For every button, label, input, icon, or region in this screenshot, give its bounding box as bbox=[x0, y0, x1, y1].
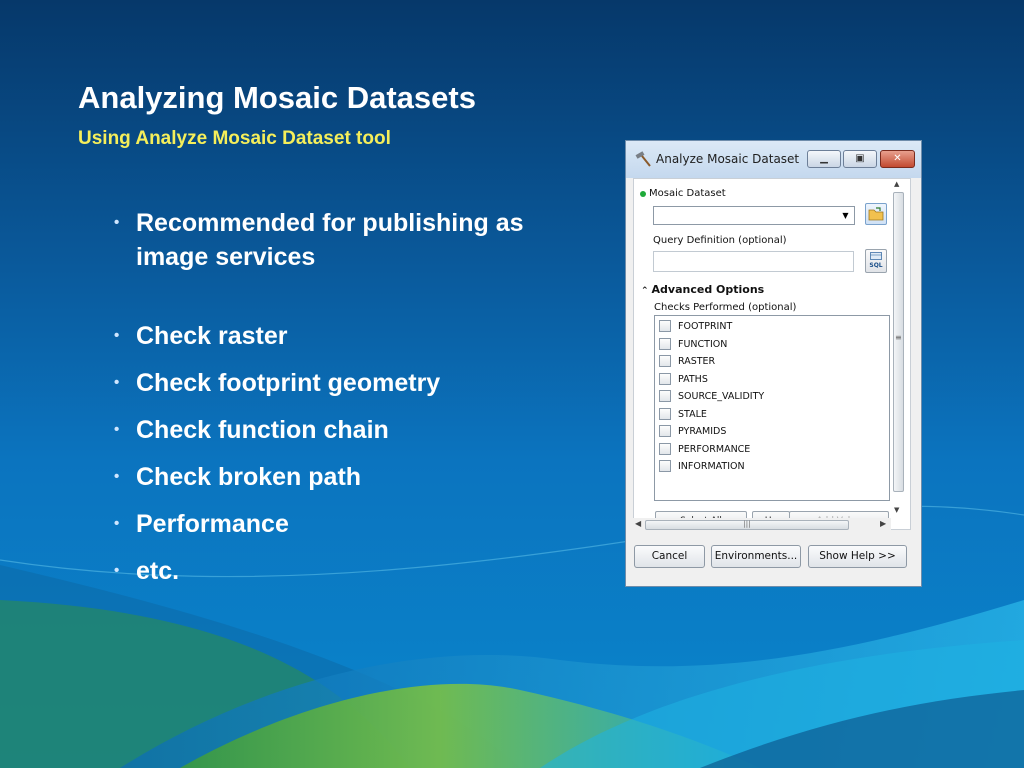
advanced-options-toggle[interactable]: ⌃ Advanced Options bbox=[641, 283, 764, 296]
analyze-mosaic-dataset-dialog: Analyze Mosaic Dataset ▁ ▣ ✕ Mosaic Data… bbox=[625, 140, 922, 587]
cancel-button[interactable]: Cancel bbox=[634, 545, 705, 568]
sql-button-label: SQL bbox=[869, 262, 883, 269]
hammer-icon bbox=[635, 151, 651, 167]
show-help-button[interactable]: Show Help >> bbox=[808, 545, 907, 568]
bullet-item: • etc. bbox=[114, 557, 180, 585]
bullet-item: • Check broken path bbox=[114, 463, 362, 491]
scroll-up-arrow-icon[interactable]: ▲ bbox=[894, 180, 899, 188]
horizontal-scroll-thumb[interactable]: ||| bbox=[645, 520, 849, 530]
slide-title: Analyzing Mosaic Datasets bbox=[78, 80, 476, 115]
open-folder-icon bbox=[868, 207, 884, 221]
double-chevron-up-icon: ⌃ bbox=[641, 286, 649, 296]
sql-builder-button[interactable]: SQL bbox=[865, 249, 887, 273]
scroll-grip-icon: ≡ bbox=[895, 333, 902, 342]
mosaic-dataset-combobox[interactable]: ▼ bbox=[653, 206, 855, 225]
environments-button[interactable]: Environments... bbox=[711, 545, 801, 568]
close-button[interactable]: ✕ bbox=[880, 150, 915, 168]
scroll-down-arrow-icon[interactable]: ▼ bbox=[894, 506, 899, 514]
query-definition-input[interactable] bbox=[653, 251, 854, 272]
dialog-parameters-panel: Mosaic Dataset ▼ Query Definition (optio… bbox=[633, 178, 911, 530]
bullet-item: • Performance bbox=[114, 510, 289, 538]
scroll-right-arrow-icon[interactable]: ▶ bbox=[880, 519, 886, 528]
vertical-scroll-thumb[interactable] bbox=[893, 192, 904, 492]
horizontal-scrollbar[interactable]: ◀ ||| ▶ bbox=[633, 518, 891, 532]
dropdown-arrow-icon[interactable]: ▼ bbox=[839, 209, 852, 222]
checkbox[interactable] bbox=[659, 425, 671, 437]
required-indicator-icon bbox=[640, 191, 646, 197]
sql-table-icon bbox=[870, 252, 882, 260]
query-definition-label: Query Definition (optional) bbox=[653, 235, 787, 246]
bullet-item: • Check function chain bbox=[114, 416, 389, 444]
checkbox[interactable] bbox=[659, 390, 671, 402]
checkbox[interactable] bbox=[659, 320, 671, 332]
dialog-titlebar[interactable]: Analyze Mosaic Dataset ▁ ▣ ✕ bbox=[626, 141, 921, 178]
checkbox[interactable] bbox=[659, 372, 671, 385]
vertical-scrollbar[interactable]: ▲ ≡ ▼ bbox=[891, 178, 907, 518]
checkbox[interactable] bbox=[659, 442, 671, 455]
checks-performed-list[interactable]: FOOTPRINT FUNCTION RASTER PATHS SOURCE_V… bbox=[654, 315, 890, 501]
bullet-item: • Recommended for publishing as image ser… bbox=[114, 209, 524, 271]
checks-performed-label: Checks Performed (optional) bbox=[654, 302, 797, 313]
checkbox[interactable] bbox=[659, 460, 671, 472]
bullet-item: • Check raster bbox=[114, 322, 288, 350]
bullet-item: • Check footprint geometry bbox=[114, 369, 441, 397]
advanced-options-label: Advanced Options bbox=[651, 283, 765, 296]
browse-folder-button[interactable] bbox=[865, 203, 887, 225]
checkbox[interactable] bbox=[659, 355, 671, 367]
scroll-left-arrow-icon[interactable]: ◀ bbox=[635, 519, 641, 528]
dialog-title: Analyze Mosaic Dataset bbox=[656, 152, 800, 166]
slide-subtitle: Using Analyze Mosaic Dataset tool bbox=[78, 128, 391, 149]
checkbox[interactable] bbox=[659, 337, 671, 350]
mosaic-dataset-label: Mosaic Dataset bbox=[649, 188, 726, 199]
maximize-button[interactable]: ▣ bbox=[843, 150, 877, 168]
minimize-button[interactable]: ▁ bbox=[807, 150, 841, 168]
checkbox[interactable] bbox=[659, 407, 671, 420]
bullet-list: • Recommended for publishing as image ser… bbox=[112, 206, 602, 601]
